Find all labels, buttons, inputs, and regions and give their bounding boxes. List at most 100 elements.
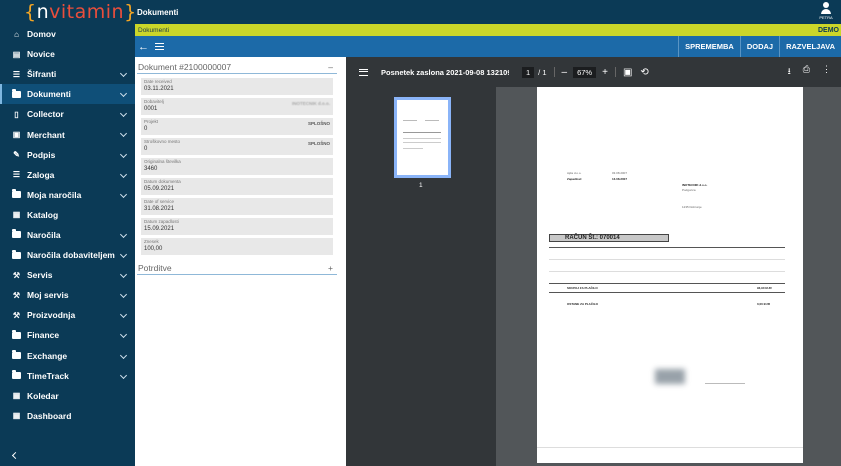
sidebar-item-label: Domov: [27, 29, 56, 40]
sidebar-item-koledar[interactable]: ▦ Koledar: [0, 386, 135, 406]
chevron-down-icon[interactable]: [119, 311, 128, 319]
app-logo[interactable]: {nvitamin}: [24, 1, 137, 23]
sidebar-item-dokumenti[interactable]: Dokumenti: [0, 84, 135, 105]
chevron-down-icon[interactable]: [119, 331, 128, 339]
document-form: Dokument #2100000007 – Date received 03.1…: [135, 57, 339, 466]
pdf-menu-icon[interactable]: [359, 68, 368, 76]
sidebar-item-naročila-dobaviteljem[interactable]: Naročila dobaviteljem: [0, 245, 135, 265]
form-field[interactable]: Projekt 0 SPLOŠNO: [141, 118, 333, 135]
sidebar-item-label: Proizvodnja: [27, 310, 76, 321]
rotate-icon[interactable]: ⟲: [640, 67, 648, 78]
sidebar-item-moj-servis[interactable]: ⚒ Moj servis: [0, 285, 135, 305]
sidebar-item-finance[interactable]: Finance: [0, 325, 135, 345]
chevron-down-icon[interactable]: [119, 371, 128, 379]
edit-button[interactable]: SPREMEMBA: [678, 36, 740, 57]
print-icon[interactable]: ⎙: [803, 64, 810, 80]
zoom-out-icon[interactable]: –: [562, 67, 568, 78]
wrench-icon: ⚒: [12, 290, 21, 300]
sidebar-item-moja-naročila[interactable]: Moja naročila: [0, 185, 135, 205]
sidebar-item-merchant[interactable]: ▣ Merchant: [0, 124, 135, 144]
sidebar-item-label: Exchange: [27, 350, 68, 361]
chevron-down-icon[interactable]: [119, 150, 128, 158]
sidebar-item-label: Šifranti: [27, 69, 57, 80]
sidebar-item-servis[interactable]: ⚒ Servis: [0, 265, 135, 285]
phone-icon: ▯: [14, 109, 19, 119]
sidebar-item-katalog[interactable]: ▦ Katalog: [0, 205, 135, 225]
form-field[interactable]: Dobavitelj 0001 INOTECNIK d.o.o.: [141, 98, 333, 115]
field-value[interactable]: 03.11.2021: [144, 85, 330, 94]
sidebar-item-naročila[interactable]: Naročila: [0, 225, 135, 245]
thumbnail-rail: 1: [346, 87, 496, 466]
download-icon[interactable]: ⭳: [788, 64, 791, 80]
sidebar-item-novice[interactable]: ▤ Novice: [0, 44, 135, 64]
document-section-header[interactable]: Dokument #2100000007 –: [137, 60, 337, 74]
form-field[interactable]: Date received 03.11.2021: [141, 78, 333, 95]
chevron-down-icon[interactable]: [119, 70, 128, 78]
invoice-title: RAČUN Št.: 070014: [549, 234, 669, 242]
sidebar-item-šifranti[interactable]: ☰ Šifranti: [0, 64, 135, 84]
expand-icon[interactable]: +: [328, 263, 333, 273]
chevron-down-icon[interactable]: [119, 351, 128, 359]
fit-page-icon[interactable]: ▣: [623, 67, 632, 78]
chevron-down-icon[interactable]: [119, 271, 128, 279]
chevron-down-icon[interactable]: [119, 190, 128, 198]
field-value[interactable]: 31.08.2021: [144, 205, 330, 214]
sidebar-item-podpis[interactable]: ✎ Podpis: [0, 145, 135, 165]
page-title: Dokumenti: [137, 7, 179, 17]
folder-icon: [12, 329, 21, 340]
breadcrumb-item[interactable]: Dokumenti: [138, 27, 169, 34]
chevron-down-icon[interactable]: [119, 291, 128, 299]
zoom-input[interactable]: 67%: [573, 66, 597, 78]
page-total: / 1: [538, 67, 547, 77]
sidebar-item-label: Naročila dobaviteljem: [27, 250, 115, 261]
sidebar-item-collector[interactable]: ▯ Collector: [0, 104, 135, 124]
sidebar-item-zaloga[interactable]: ☰ Zaloga: [0, 165, 135, 185]
sidebar-item-dashboard[interactable]: ▦ Dashboard: [0, 406, 135, 426]
sidebar-item-domov[interactable]: ⌂ Domov: [0, 24, 135, 44]
back-arrow-icon[interactable]: ←: [138, 41, 149, 53]
folder-icon: [12, 88, 21, 99]
user-menu[interactable]: PETRA: [818, 2, 834, 20]
chevron-down-icon[interactable]: [119, 90, 128, 98]
sidebar-item-proizvodnja[interactable]: ⚒ Proizvodnja: [0, 305, 135, 325]
field-value[interactable]: 0: [144, 145, 330, 154]
signature-icon: ✎: [13, 150, 20, 160]
tools-icon: ⚒: [12, 310, 21, 320]
form-field[interactable]: Znesek 100,00: [141, 238, 333, 255]
field-value[interactable]: 0: [144, 125, 330, 134]
form-field[interactable]: Originalna številka 3460: [141, 158, 333, 175]
form-field[interactable]: Datum dokumenta 05.09.2021: [141, 178, 333, 195]
sidebar-item-exchange[interactable]: Exchange: [0, 346, 135, 366]
sidebar-item-timetrack[interactable]: TimeTrack: [0, 366, 135, 386]
sidebar-nav: ⌂ Domov ▤ Novice ☰ Šifranti Dokumenti ▯ Collecto…: [0, 24, 135, 426]
sidebar-item-label: Koledar: [27, 390, 59, 401]
form-field[interactable]: Date of service 31.08.2021: [141, 198, 333, 215]
field-value[interactable]: 100,00: [144, 245, 330, 254]
document-title: Dokument #2100000007: [138, 61, 232, 72]
field-value[interactable]: 05.09.2021: [144, 185, 330, 194]
sidebar-item-label: Naročila: [27, 229, 61, 240]
approvals-section-header[interactable]: Potrditve +: [137, 261, 337, 275]
chevron-down-icon[interactable]: [119, 230, 128, 238]
collapse-sidebar-icon[interactable]: [11, 451, 20, 460]
field-value[interactable]: 15.09.2021: [144, 225, 330, 234]
add-button[interactable]: DODAJ: [739, 36, 780, 57]
sidebar-item-label: Collector: [27, 109, 64, 120]
sidebar-item-label: Zaloga: [27, 169, 55, 180]
chevron-down-icon[interactable]: [119, 250, 128, 259]
page-thumbnail[interactable]: [394, 97, 451, 178]
page-number-input[interactable]: 1: [522, 66, 535, 78]
collapse-icon[interactable]: –: [328, 62, 333, 72]
more-options-icon[interactable]: ⋮: [822, 64, 831, 80]
form-field[interactable]: Datum zapadlosti 15.09.2021: [141, 218, 333, 235]
chevron-down-icon[interactable]: [119, 170, 128, 178]
list-menu-icon[interactable]: [155, 43, 164, 50]
zoom-in-icon[interactable]: +: [602, 67, 608, 78]
field-value[interactable]: 3460: [144, 165, 330, 174]
cancel-button[interactable]: RAZVELJAVA: [779, 36, 841, 57]
field-value[interactable]: 0001: [144, 105, 330, 114]
form-field[interactable]: Stroškovno mesto 0 SPLOŠNO: [141, 138, 333, 155]
chevron-down-icon[interactable]: [119, 130, 128, 138]
chevron-down-icon[interactable]: [119, 110, 128, 118]
home-icon: ⌂: [14, 29, 19, 39]
